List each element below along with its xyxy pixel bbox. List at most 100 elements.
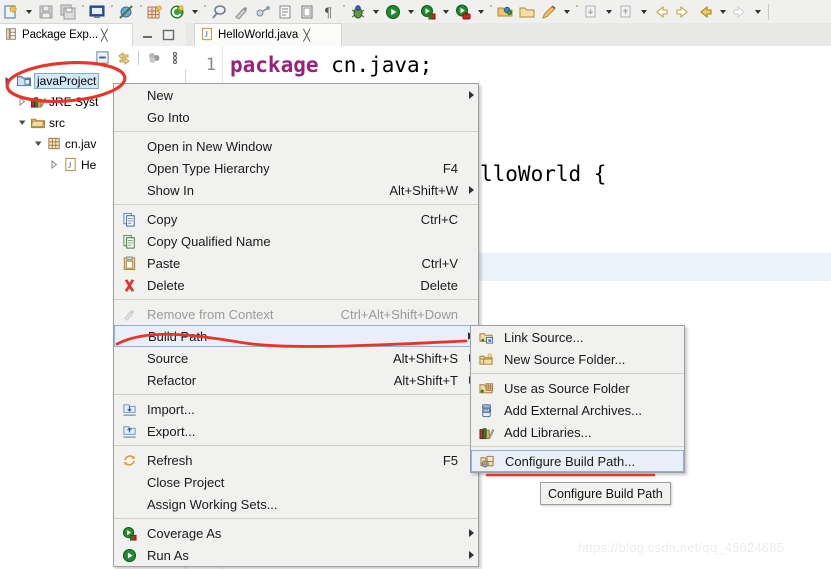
previous-annotation-dropdown-arrow[interactable] [602, 1, 615, 23]
menu-item-close-project[interactable]: Close Project [114, 471, 478, 493]
debug-icon[interactable] [347, 1, 369, 23]
maximize-icon[interactable] [162, 28, 176, 45]
menu-item-new[interactable]: New [114, 84, 478, 106]
run-icon[interactable] [382, 1, 404, 23]
coverage-icon[interactable] [417, 1, 439, 23]
menu-item-icon [114, 106, 144, 128]
tab-helloworld-java[interactable]: J HelloWorld.java ╳ [194, 23, 342, 46]
separator [573, 1, 580, 23]
profile-icon[interactable] [452, 1, 474, 23]
project-context-menu[interactable]: New Go Into Open in New Window Open Type… [113, 83, 479, 567]
new-java-package-dropdown-arrow[interactable] [188, 1, 201, 23]
back-icon[interactable] [650, 1, 672, 23]
menu-item-assign-working-sets[interactable]: Assign Working Sets... [114, 493, 478, 515]
menu-item-show-in[interactable]: Show In Alt+Shift+W [114, 179, 478, 201]
annotation-dropdown-arrow[interactable] [560, 1, 573, 23]
open-type-icon[interactable] [296, 1, 318, 23]
menu-item-accelerator: Alt+Shift+T [393, 372, 458, 388]
submenu-item-add-external-archives[interactable]: 010 Add External Archives... [471, 399, 684, 421]
submenu-item-use-as-source-folder[interactable]: Use as Source Folder [471, 377, 684, 399]
configure-build-path-icon [472, 450, 502, 472]
menu-separator [471, 446, 684, 447]
debug-dropdown-arrow[interactable] [369, 1, 382, 23]
save-all-icon[interactable] [57, 1, 79, 23]
menu-item-accelerator: Alt+Shift+W [389, 182, 458, 198]
annotation-icon[interactable] [538, 1, 560, 23]
separator [137, 1, 144, 23]
new-source-folder-icon [471, 348, 501, 370]
build-path-submenu[interactable]: Link Source... New Source Folder... Use … [470, 325, 685, 473]
menu-separator [114, 394, 478, 395]
build-icon[interactable] [230, 1, 252, 23]
collapsed-arrow-icon[interactable] [16, 97, 29, 106]
forward-history-dropdown-arrow[interactable] [751, 1, 764, 23]
toggle-console-icon[interactable] [86, 1, 108, 23]
menu-item-coverage-as[interactable]: Coverage As [114, 522, 478, 544]
collapse-all-icon[interactable] [92, 47, 113, 68]
open-task-icon[interactable] [274, 1, 296, 23]
menu-item-go-into[interactable]: Go Into [114, 106, 478, 128]
view-menu-icon[interactable] [164, 47, 185, 68]
back-history-icon[interactable] [694, 1, 716, 23]
pilcrow-icon[interactable]: ¶ [318, 1, 340, 23]
expanded-arrow-icon[interactable] [32, 139, 45, 148]
next-annotation-dropdown-arrow[interactable] [637, 1, 650, 23]
tree-item-label: src [49, 115, 65, 130]
new-java-class-icon[interactable] [144, 1, 166, 23]
coverage-dropdown-arrow[interactable] [439, 1, 452, 23]
menu-item-run-as[interactable]: Run As [114, 544, 478, 566]
menu-item-import[interactable]: Import... [114, 398, 478, 420]
menu-item-source[interactable]: Source Alt+Shift+S [114, 347, 478, 369]
keyword-package: package [230, 53, 319, 77]
close-icon[interactable]: ╳ [303, 29, 310, 42]
menu-item-export[interactable]: Export... [114, 420, 478, 442]
forward-history-icon[interactable] [729, 1, 751, 23]
submenu-item-configure-build-path[interactable]: Configure Build Path... [471, 450, 684, 472]
code-line-1: package cn.java; [230, 53, 432, 77]
menu-separator [114, 204, 478, 205]
new-wizard-dropdown-arrow[interactable] [22, 1, 35, 23]
minimize-icon[interactable] [141, 28, 155, 45]
forward-icon[interactable] [672, 1, 694, 23]
search-icon[interactable] [208, 1, 230, 23]
close-icon[interactable]: ╳ [101, 29, 108, 42]
collapsed-arrow-icon[interactable] [48, 160, 61, 169]
view-menu-filters-icon[interactable] [143, 47, 164, 68]
previous-annotation-icon[interactable] [580, 1, 602, 23]
menu-item-delete[interactable]: Delete Delete [114, 274, 478, 296]
submenu-item-link-source[interactable]: Link Source... [471, 326, 684, 348]
collapsed-arrow-icon[interactable] [2, 76, 15, 85]
menu-item-icon [115, 325, 145, 347]
menu-item-remove-from-context: Remove from Context Ctrl+Alt+Shift+Down [114, 303, 478, 325]
next-annotation-icon[interactable] [615, 1, 637, 23]
menu-item-open-in-new-window[interactable]: Open in New Window [114, 135, 478, 157]
package-explorer-tab-row: Package Exp... ╳ [0, 23, 186, 46]
save-icon[interactable] [35, 1, 57, 23]
separator [79, 1, 86, 23]
menu-item-paste[interactable]: Paste Ctrl+V [114, 252, 478, 274]
menu-item-label: Open in New Window [147, 138, 272, 154]
submenu-item-add-libraries[interactable]: Add Libraries... [471, 421, 684, 443]
expanded-arrow-icon[interactable] [16, 118, 29, 127]
new-wizard-icon[interactable] [0, 1, 22, 23]
menu-item-copy[interactable]: Copy Ctrl+C [114, 208, 478, 230]
tab-package-explorer[interactable]: Package Exp... ╳ [0, 23, 133, 46]
menu-item-refactor[interactable]: Refactor Alt+Shift+T [114, 369, 478, 391]
link-with-editor-icon[interactable] [113, 47, 134, 68]
new-java-package-icon[interactable] [166, 1, 188, 23]
menu-item-accelerator: Ctrl+V [421, 255, 458, 271]
menu-item-build-path[interactable]: Build Path [114, 325, 478, 347]
menu-item-refresh[interactable]: Refresh F5 [114, 449, 478, 471]
open-resource-icon[interactable] [516, 1, 538, 23]
skip-breakpoints-icon[interactable] [115, 1, 137, 23]
menu-item-copy-qualified-name[interactable]: Copy Qualified Name [114, 230, 478, 252]
menu-item-open-type-hierarchy[interactable]: Open Type Hierarchy F4 [114, 157, 478, 179]
run-dropdown-arrow[interactable] [404, 1, 417, 23]
profile-dropdown-arrow[interactable] [474, 1, 487, 23]
submenu-item-new-source-folder[interactable]: New Source Folder... [471, 348, 684, 370]
back-history-dropdown-arrow[interactable] [716, 1, 729, 23]
open-perspective-icon[interactable] [494, 1, 516, 23]
menu-item-label: Export... [147, 423, 196, 439]
link-editor-icon[interactable] [252, 1, 274, 23]
java-file-icon: J [61, 157, 79, 172]
